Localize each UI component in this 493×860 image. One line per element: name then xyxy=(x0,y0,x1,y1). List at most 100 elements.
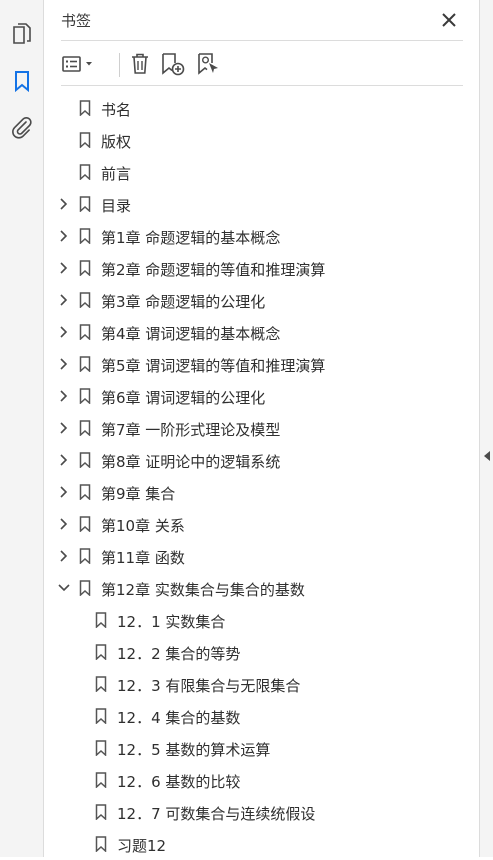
bookmark-label: 12．5 基数的算术运算 xyxy=(117,741,271,759)
bookmark-item[interactable]: 习题12 xyxy=(45,828,479,860)
panel-title: 书签 xyxy=(61,12,92,30)
bookmark-item[interactable]: 第7章 一阶形式理论及模型 xyxy=(45,412,479,444)
chevron-right-icon[interactable] xyxy=(57,356,71,372)
bookmark-label: 12．6 基数的比较 xyxy=(117,773,241,791)
bookmark-icon xyxy=(79,356,91,373)
panel-splitter[interactable] xyxy=(479,0,493,857)
bookmark-item[interactable]: 12．5 基数的算术运算 xyxy=(45,732,479,764)
bookmark-label: 第7章 一阶形式理论及模型 xyxy=(101,421,281,439)
bookmark-label: 12．7 可数集合与连续统假设 xyxy=(117,805,316,823)
bookmark-icon xyxy=(95,836,107,853)
bookmark-label: 第4章 谓词逻辑的基本概念 xyxy=(101,325,281,343)
bookmark-label: 第9章 集合 xyxy=(101,485,176,503)
bookmarks-toolbar xyxy=(61,45,463,86)
chevron-down-icon[interactable] xyxy=(57,580,71,596)
bookmark-label: 习题12 xyxy=(117,837,167,855)
bookmark-item[interactable]: 第11章 函数 xyxy=(45,540,479,572)
bookmark-item[interactable]: 12．3 有限集合与无限集合 xyxy=(45,668,479,700)
bookmark-from-selection-icon[interactable] xyxy=(194,50,222,78)
bookmark-item[interactable]: 12．1 实数集合 xyxy=(45,604,479,636)
bookmark-icon xyxy=(79,260,91,277)
bookmark-label: 书名 xyxy=(101,101,132,119)
bookmark-icon[interactable] xyxy=(8,67,36,95)
bookmark-icon xyxy=(79,164,91,181)
chevron-right-icon[interactable] xyxy=(57,484,71,500)
chevron-right-icon[interactable] xyxy=(57,324,71,340)
chevron-right-icon[interactable] xyxy=(57,420,71,436)
bookmark-icon xyxy=(79,452,91,469)
bookmark-label: 12．4 集合的基数 xyxy=(117,709,241,727)
chevron-right-icon[interactable] xyxy=(57,196,71,212)
bookmark-item[interactable]: 前言 xyxy=(45,156,479,188)
bookmark-item[interactable]: 第8章 证明论中的逻辑系统 xyxy=(45,444,479,476)
bookmark-item[interactable]: 书名 xyxy=(45,92,479,124)
bookmark-label: 目录 xyxy=(101,197,132,215)
bookmark-icon xyxy=(79,516,91,533)
bookmark-icon xyxy=(79,548,91,565)
toolbar-divider xyxy=(119,53,120,77)
bookmark-icon xyxy=(79,228,91,245)
new-bookmark-icon[interactable] xyxy=(159,50,187,78)
chevron-right-icon[interactable] xyxy=(57,452,71,468)
attachment-icon[interactable] xyxy=(8,113,36,141)
chevron-right-icon[interactable] xyxy=(57,260,71,276)
bookmark-label: 第10章 关系 xyxy=(101,517,185,535)
bookmark-item[interactable]: 第12章 实数集合与集合的基数 xyxy=(45,572,479,604)
bookmark-icon xyxy=(79,388,91,405)
bookmark-icon xyxy=(79,580,91,597)
bookmark-label: 版权 xyxy=(101,133,132,151)
bookmark-item[interactable]: 第5章 谓词逻辑的等值和推理演算 xyxy=(45,348,479,380)
bookmark-item[interactable]: 12．4 集合的基数 xyxy=(45,700,479,732)
bookmark-icon xyxy=(79,324,91,341)
bookmark-item[interactable]: 12．2 集合的等势 xyxy=(45,636,479,668)
chevron-right-icon[interactable] xyxy=(57,548,71,564)
bookmark-item[interactable]: 第1章 命题逻辑的基本概念 xyxy=(45,220,479,252)
bookmark-item[interactable]: 版权 xyxy=(45,124,479,156)
bookmark-icon xyxy=(79,100,91,117)
bookmark-item[interactable]: 12．6 基数的比较 xyxy=(45,764,479,796)
bookmark-icon xyxy=(95,804,107,821)
bookmark-item[interactable]: 第4章 谓词逻辑的基本概念 xyxy=(45,316,479,348)
bookmark-icon xyxy=(95,612,107,629)
bookmark-label: 第12章 实数集合与集合的基数 xyxy=(101,581,305,599)
bookmark-label: 12．2 集合的等势 xyxy=(117,645,241,663)
bookmark-icon xyxy=(79,484,91,501)
bookmark-icon xyxy=(95,676,107,693)
bookmark-item[interactable]: 12．7 可数集合与连续统假设 xyxy=(45,796,479,828)
delete-icon[interactable] xyxy=(127,50,153,78)
chevron-right-icon[interactable] xyxy=(57,516,71,532)
collapse-panel-icon[interactable] xyxy=(482,449,492,463)
bookmark-label: 12．3 有限集合与无限集合 xyxy=(117,677,301,695)
chevron-right-icon[interactable] xyxy=(57,228,71,244)
bookmarks-panel: 书签 书名版权前言目录第1章 命题逻辑的基本概念第2章 命题逻辑的等值和推理演算… xyxy=(45,0,479,857)
bookmark-label: 第2章 命题逻辑的等值和推理演算 xyxy=(101,261,326,279)
bookmark-label: 12．1 实数集合 xyxy=(117,613,226,631)
bookmark-icon xyxy=(95,644,107,661)
pages-icon[interactable] xyxy=(8,20,36,48)
bookmark-label: 第3章 命题逻辑的公理化 xyxy=(101,293,266,311)
bookmark-label: 前言 xyxy=(101,165,132,183)
bookmark-icon xyxy=(95,740,107,757)
options-menu-icon[interactable] xyxy=(61,50,99,78)
bookmark-icon xyxy=(79,292,91,309)
bookmark-item[interactable]: 第6章 谓词逻辑的公理化 xyxy=(45,380,479,412)
left-navigation-bar xyxy=(0,0,44,857)
bookmark-label: 第8章 证明论中的逻辑系统 xyxy=(101,453,281,471)
bookmark-item[interactable]: 目录 xyxy=(45,188,479,220)
close-icon[interactable] xyxy=(439,10,459,30)
bookmark-item[interactable]: 第9章 集合 xyxy=(45,476,479,508)
bookmark-icon xyxy=(79,420,91,437)
panel-header: 书签 xyxy=(61,0,463,41)
bookmark-item[interactable]: 第10章 关系 xyxy=(45,508,479,540)
bookmark-icon xyxy=(95,708,107,725)
bookmark-icon xyxy=(79,196,91,213)
chevron-right-icon[interactable] xyxy=(57,388,71,404)
bookmark-label: 第6章 谓词逻辑的公理化 xyxy=(101,389,266,407)
bookmark-icon xyxy=(79,132,91,149)
bookmark-item[interactable]: 第3章 命题逻辑的公理化 xyxy=(45,284,479,316)
bookmark-label: 第5章 谓词逻辑的等值和推理演算 xyxy=(101,357,326,375)
bookmark-label: 第1章 命题逻辑的基本概念 xyxy=(101,229,281,247)
bookmark-item[interactable]: 第2章 命题逻辑的等值和推理演算 xyxy=(45,252,479,284)
bookmark-icon xyxy=(95,772,107,789)
chevron-right-icon[interactable] xyxy=(57,292,71,308)
